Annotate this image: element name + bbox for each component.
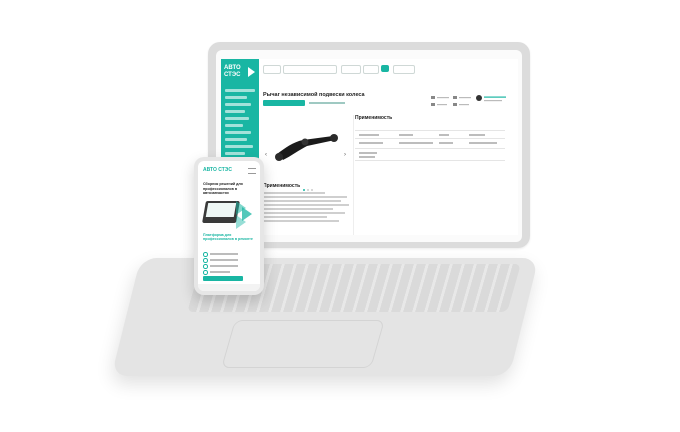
search-input[interactable] bbox=[283, 65, 337, 74]
check-icon bbox=[203, 252, 208, 257]
applicability-title: Применимость bbox=[355, 115, 393, 121]
table-cell bbox=[439, 134, 449, 136]
carousel-dots[interactable] bbox=[303, 178, 323, 191]
table-cell bbox=[359, 134, 379, 136]
sidebar-item[interactable] bbox=[225, 131, 251, 134]
sidebar-item[interactable] bbox=[225, 138, 247, 141]
sidebar-item[interactable] bbox=[225, 103, 251, 106]
check-icon bbox=[203, 264, 208, 269]
control-arm-image bbox=[275, 134, 338, 161]
text-line bbox=[263, 216, 327, 218]
text-line bbox=[263, 212, 345, 214]
sidebar-item[interactable] bbox=[225, 89, 255, 92]
topbar-select[interactable] bbox=[363, 65, 379, 74]
applicability-section-title: Применимость bbox=[263, 183, 301, 189]
content-divider bbox=[353, 115, 354, 235]
mockup-scene: АВТО СТЭС Рычаг независимой подвески кол… bbox=[0, 0, 680, 432]
header-user-area[interactable] bbox=[440, 66, 510, 97]
text-line bbox=[263, 192, 325, 194]
table-row bbox=[355, 148, 505, 149]
table-cell bbox=[399, 134, 413, 136]
table-cell bbox=[359, 142, 383, 144]
table-cell bbox=[469, 134, 485, 136]
check-icon bbox=[203, 258, 208, 263]
phone-heading: Сборник решений для профессионалов в авт… bbox=[203, 182, 243, 196]
phone-subheading: Платформа для профессионалов в ремонте bbox=[203, 233, 253, 242]
topbar-select[interactable] bbox=[341, 65, 361, 74]
search-button[interactable] bbox=[381, 65, 389, 72]
text-line bbox=[263, 196, 347, 198]
sidebar-item[interactable] bbox=[225, 117, 249, 120]
feature-item bbox=[203, 270, 230, 275]
phone-footer-nav[interactable] bbox=[198, 284, 260, 291]
text-line bbox=[263, 208, 333, 210]
table-cell bbox=[469, 142, 497, 144]
text-line bbox=[263, 204, 349, 206]
table-row bbox=[355, 130, 505, 131]
table-row bbox=[355, 138, 505, 139]
menu-icon[interactable] bbox=[248, 168, 256, 174]
arrows-decoration-icon bbox=[236, 201, 252, 229]
feature-item bbox=[203, 258, 238, 263]
topbar-button[interactable] bbox=[263, 65, 281, 74]
header-status-icons bbox=[431, 95, 506, 106]
check-icon bbox=[203, 270, 208, 275]
phone-screen: АВТО СТЭС Сборник решений для профессион… bbox=[198, 161, 260, 291]
sidebar-item[interactable] bbox=[225, 124, 243, 127]
topbar-button[interactable] bbox=[393, 65, 415, 74]
next-image-button[interactable]: › bbox=[344, 152, 346, 158]
sidebar-item[interactable] bbox=[225, 96, 247, 99]
laptop-screen: АВТО СТЭС Рычаг независимой подвески кол… bbox=[221, 59, 518, 235]
phone-logo[interactable]: АВТО СТЭС bbox=[203, 167, 232, 173]
applicability-table bbox=[355, 122, 505, 162]
laptop-trackpad bbox=[221, 320, 385, 368]
header-icons bbox=[440, 66, 510, 92]
carousel-dot[interactable] bbox=[311, 189, 313, 191]
tab-active[interactable] bbox=[263, 100, 305, 106]
page-title: Рычаг независимой подвески колеса bbox=[263, 92, 365, 98]
carousel-dot[interactable] bbox=[303, 189, 305, 191]
table-cell bbox=[359, 152, 377, 154]
laptop-illustration-screen bbox=[205, 203, 237, 217]
text-line bbox=[263, 220, 339, 222]
table-row bbox=[355, 160, 505, 161]
cta-button[interactable] bbox=[203, 276, 243, 281]
carousel-dot[interactable] bbox=[307, 189, 309, 191]
text-line bbox=[263, 200, 341, 202]
feature-item bbox=[203, 264, 238, 269]
sidebar-item[interactable] bbox=[225, 152, 245, 155]
feature-item bbox=[203, 252, 238, 257]
sidebar-item[interactable] bbox=[225, 110, 245, 113]
table-cell bbox=[439, 142, 453, 144]
logo-arrow-icon bbox=[248, 67, 255, 77]
prev-image-button[interactable]: ‹ bbox=[265, 152, 267, 158]
tab-inactive[interactable] bbox=[309, 102, 345, 104]
site-logo[interactable]: АВТО СТЭС bbox=[224, 65, 256, 83]
table-cell bbox=[359, 156, 375, 158]
sidebar-item[interactable] bbox=[225, 145, 253, 148]
table-cell bbox=[399, 142, 433, 144]
